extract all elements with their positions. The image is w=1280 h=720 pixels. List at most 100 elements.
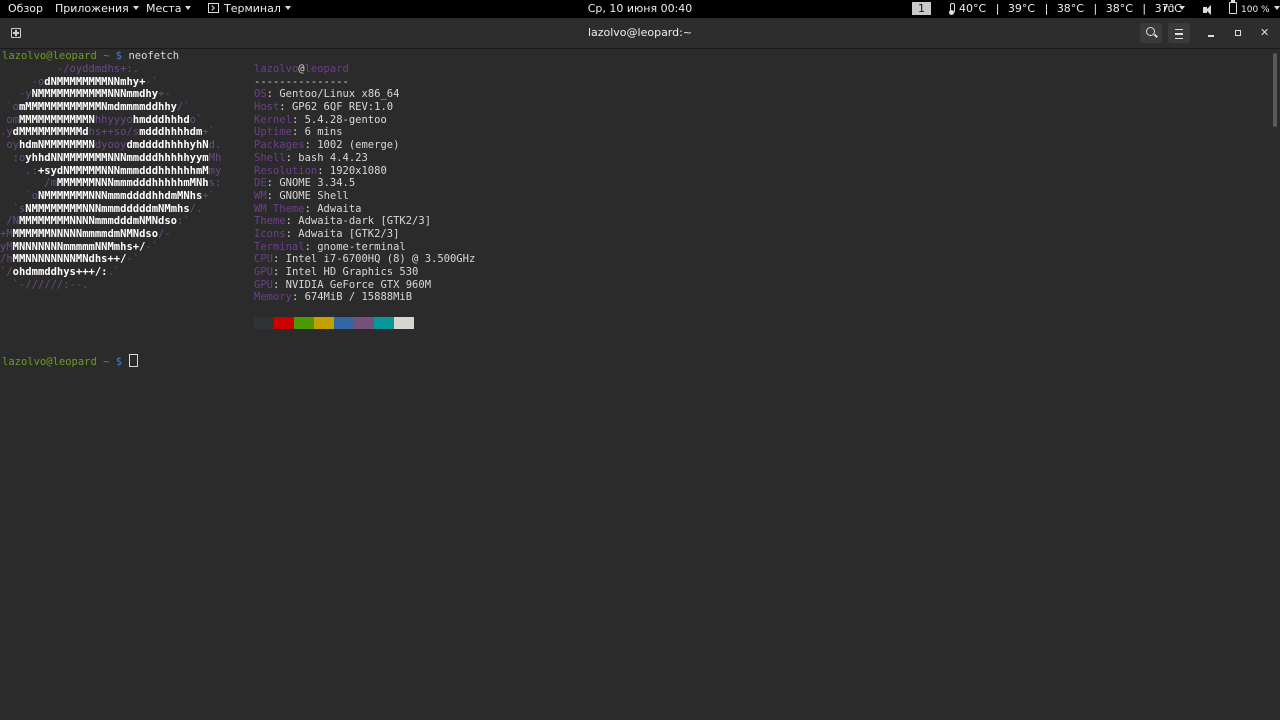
- separator: |: [1044, 2, 1049, 15]
- info-value: Adwaita: [317, 202, 362, 215]
- ascii-segment: .y: [0, 126, 13, 139]
- ascii-segment: MMNNNNNNNNMNdhs++/: [12, 253, 127, 266]
- ascii-segment: +sydNMMMMMNNNmmmdddhhhhhhmM: [37, 164, 209, 177]
- minimize-button[interactable]: [1204, 26, 1218, 40]
- terminal-icon: [208, 3, 219, 13]
- info-colon: :: [291, 113, 305, 126]
- info-value: NVIDIA GeForce GTX 960M: [285, 278, 432, 291]
- info-row: Shell: bash 4.4.23: [254, 152, 475, 165]
- app-menu-label: Терминал: [224, 2, 281, 15]
- info-key: OS: [254, 88, 267, 101]
- info-row: OS: Gentoo/Linux x86_64: [254, 88, 475, 101]
- prompt-line: lazolvo@leopard ~ $: [2, 354, 139, 368]
- ascii-segment: +-: [158, 88, 171, 101]
- ascii-segment: /.: [189, 202, 203, 215]
- info-value: GP62 6QF REV:1.0: [291, 101, 394, 114]
- info-row: CPU: Intel i7-6700HQ (8) @ 3.500GHz: [254, 253, 475, 266]
- info-colon: :: [285, 227, 299, 240]
- info-key: Packages: [254, 139, 305, 152]
- ascii-segment: MMMMMMNNNNNmmmmdmNMNdso: [12, 227, 159, 240]
- close-icon: ✕: [1260, 26, 1270, 39]
- ascii-segment: +`: [202, 189, 215, 202]
- info-value: Intel i7-6700HQ (8) @ 3.500GHz: [285, 253, 476, 266]
- temperature-indicator[interactable]: 40°C | 39°C | 38°C | 38°C | 37°C: [949, 0, 1182, 18]
- prompt-user: lazolvo@leopard: [2, 50, 97, 62]
- gentoo-ascii-logo: -/oyddmdhs+:. -odNMMMMMMMMNNmhy+-` -yNMM…: [0, 63, 221, 291]
- color-swatch: [354, 317, 374, 329]
- menu-button[interactable]: [1168, 23, 1190, 43]
- info-value: Gentoo/Linux x86_64: [279, 88, 400, 101]
- new-tab-button[interactable]: [5, 23, 27, 43]
- info-user: lazolvo: [254, 63, 299, 75]
- ascii-segment: my: [208, 164, 222, 177]
- color-swatch: [254, 317, 274, 329]
- ascii-segment: -/oyddmdhs+:.: [0, 63, 140, 75]
- info-colon: :: [304, 139, 318, 152]
- color-swatch: [294, 317, 314, 329]
- info-row: Terminal: gnome-terminal: [254, 241, 475, 254]
- info-key: GPU: [254, 266, 273, 278]
- ascii-segment: -y: [0, 88, 32, 101]
- terminal-view[interactable]: lazolvo@leopard ~ $ neofetch -/oyddmdhs+…: [0, 49, 1280, 720]
- clock[interactable]: Ср, 10 июня 00:40: [588, 2, 693, 15]
- info-colon: :: [304, 240, 318, 253]
- info-value: 1002 (emerge): [317, 139, 400, 152]
- ascii-row: /hMMNNNNNNNNMNdhs++/-`: [0, 253, 221, 266]
- info-row: GPU: NVIDIA GeForce GTX 960M: [254, 279, 475, 292]
- info-value: 6 mins: [304, 126, 343, 139]
- maximize-button[interactable]: [1231, 26, 1245, 40]
- ascii-segment: /-: [158, 227, 171, 240]
- search-button[interactable]: [1140, 23, 1162, 43]
- info-colon: :: [285, 215, 299, 228]
- info-colon: :: [291, 291, 305, 304]
- ascii-segment: -o: [0, 75, 45, 88]
- ascii-segment: oy: [0, 139, 19, 152]
- window-title: lazolvo@leopard:~: [587, 26, 693, 39]
- info-colon: :: [304, 202, 318, 215]
- ascii-row: `omMMMMMMMMMMMMNmdmmmmddhhy/`: [0, 101, 221, 114]
- color-palette: [254, 317, 414, 329]
- chevron-down-icon: [132, 6, 139, 10]
- info-value: Adwaita [GTK2/3]: [298, 227, 400, 240]
- app-menu-terminal[interactable]: Терминал: [208, 0, 291, 18]
- ascii-segment: NMMMMMMMMMMMNNNmmdhy: [31, 88, 159, 101]
- places-label: Места: [146, 2, 182, 15]
- scrollbar[interactable]: [1273, 53, 1277, 127]
- info-colon: :: [279, 101, 292, 114]
- info-colon: :: [272, 278, 286, 291]
- info-row: GPU: Intel HD Graphics 530: [254, 266, 475, 279]
- keyboard-layout-label: ru: [1163, 2, 1175, 15]
- ascii-row: yMMNNNNNNNmmmmmNNMmhs+/-`: [0, 241, 221, 254]
- ascii-segment: hdmNMMMMMMMN: [18, 139, 95, 152]
- info-value: GNOME 3.34.5: [279, 177, 356, 190]
- workspace-indicator[interactable]: 1: [912, 2, 931, 15]
- info-value: GNOME Shell: [279, 189, 349, 202]
- info-row: Icons: Adwaita [GTK2/3]: [254, 228, 475, 241]
- system-menu[interactable]: 100 %: [1203, 0, 1280, 18]
- info-row: Host: GP62 6QF REV:1.0: [254, 101, 475, 114]
- applications-menu[interactable]: Приложения: [55, 0, 139, 18]
- close-button[interactable]: ✕: [1258, 26, 1272, 40]
- color-swatch: [314, 317, 334, 329]
- info-value: 1920x1080: [329, 164, 387, 177]
- ascii-row: .:+sydNMMMMMNNNmmmdddhhhhhhmMmy: [0, 165, 221, 178]
- ascii-segment: `o: [0, 101, 19, 114]
- ascii-row: omMMMMMMMMMMMNhhyyyohmdddhhhdo`: [0, 114, 221, 127]
- volume-icon: [1203, 5, 1211, 15]
- ascii-row: `/ohdmmddhys+++/:.`: [0, 266, 221, 279]
- ascii-segment: NMMMMMMMMNNNmmmdddddmNMmhs: [25, 202, 190, 215]
- color-swatch: [394, 317, 414, 329]
- ascii-segment: `s: [0, 202, 26, 215]
- maximize-icon: [1235, 30, 1241, 36]
- color-swatch: [374, 317, 394, 329]
- ascii-segment: MMMMMMMMMMMN: [18, 113, 95, 126]
- applications-label: Приложения: [55, 2, 129, 15]
- info-key: Uptime: [254, 126, 292, 139]
- info-key: WM: [254, 189, 267, 202]
- keyboard-layout-menu[interactable]: ru: [1163, 0, 1185, 18]
- info-key: DE: [254, 177, 267, 190]
- places-menu[interactable]: Места: [146, 0, 192, 18]
- info-key: CPU: [254, 253, 273, 266]
- info-key: WM Theme: [254, 202, 305, 215]
- activities-button[interactable]: Обзор: [8, 0, 43, 18]
